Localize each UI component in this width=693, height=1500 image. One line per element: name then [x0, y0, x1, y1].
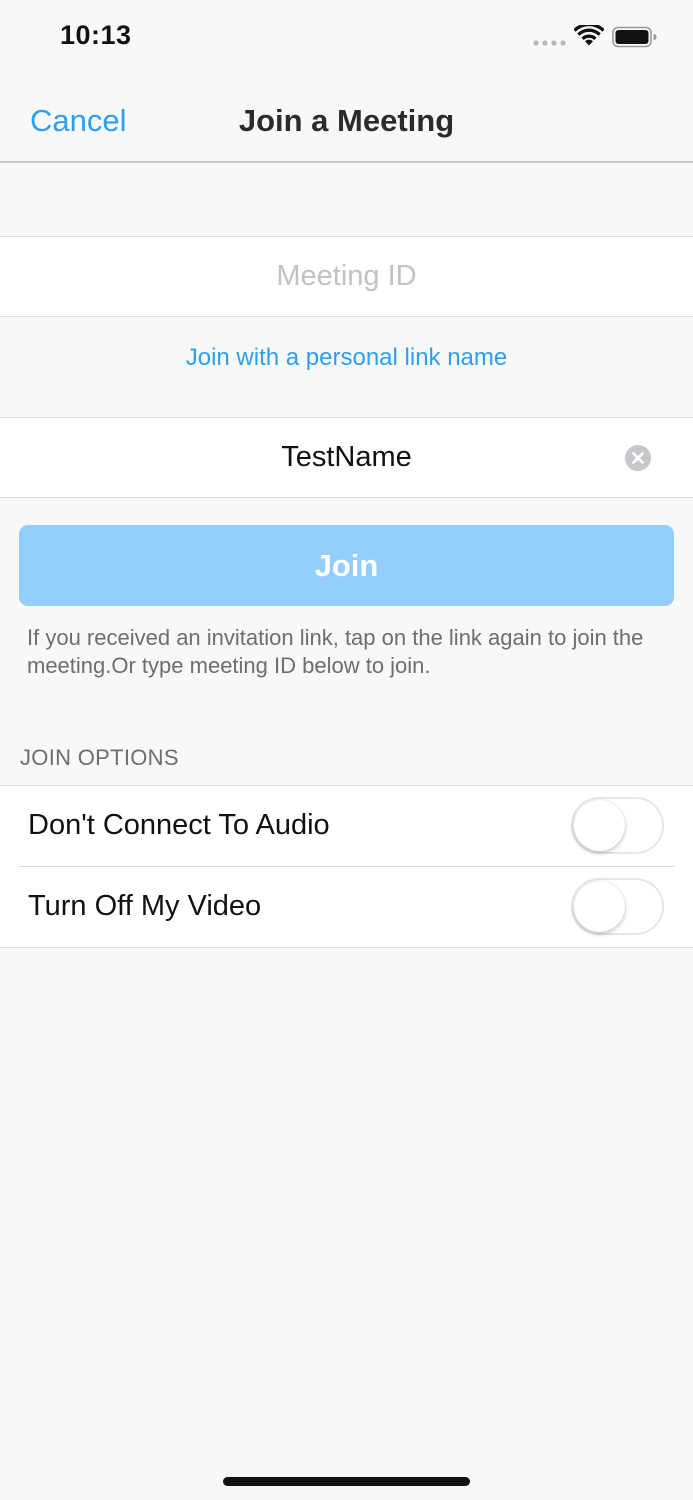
page-title: Join a Meeting — [238, 103, 455, 138]
navigation-bar: Cancel Join a Meeting — [0, 75, 693, 163]
turn-off-video-toggle[interactable] — [571, 878, 664, 935]
join-options-group: Don't Connect To Audio Turn Off My Video — [0, 785, 693, 948]
option-row-turn-off-video: Turn Off My Video — [0, 867, 693, 947]
signal-dots-icon — [533, 40, 566, 46]
join-hint-text: If you received an invitation link, tap … — [27, 625, 644, 678]
toggle-knob — [574, 881, 625, 932]
dont-connect-audio-toggle[interactable] — [571, 797, 664, 854]
option-label: Don't Connect To Audio — [28, 809, 330, 841]
status-bar: 10:13 — [0, 0, 693, 75]
option-label: Turn Off My Video — [28, 890, 262, 922]
battery-icon — [612, 26, 657, 48]
meeting-id-row — [0, 236, 693, 317]
clear-icon[interactable] — [625, 445, 651, 471]
toggle-knob — [574, 800, 625, 851]
meeting-id-input[interactable] — [0, 237, 693, 316]
join-button[interactable]: Join — [19, 525, 674, 606]
join-options-header: JOIN OPTIONS — [20, 745, 179, 770]
name-input[interactable] — [0, 418, 693, 497]
home-indicator — [223, 1477, 470, 1486]
name-row — [0, 417, 693, 498]
wifi-icon — [574, 25, 604, 46]
option-row-dont-connect-audio: Don't Connect To Audio — [0, 786, 693, 866]
personal-link-name-link[interactable]: Join with a personal link name — [0, 344, 693, 372]
status-time: 10:13 — [60, 20, 132, 50]
